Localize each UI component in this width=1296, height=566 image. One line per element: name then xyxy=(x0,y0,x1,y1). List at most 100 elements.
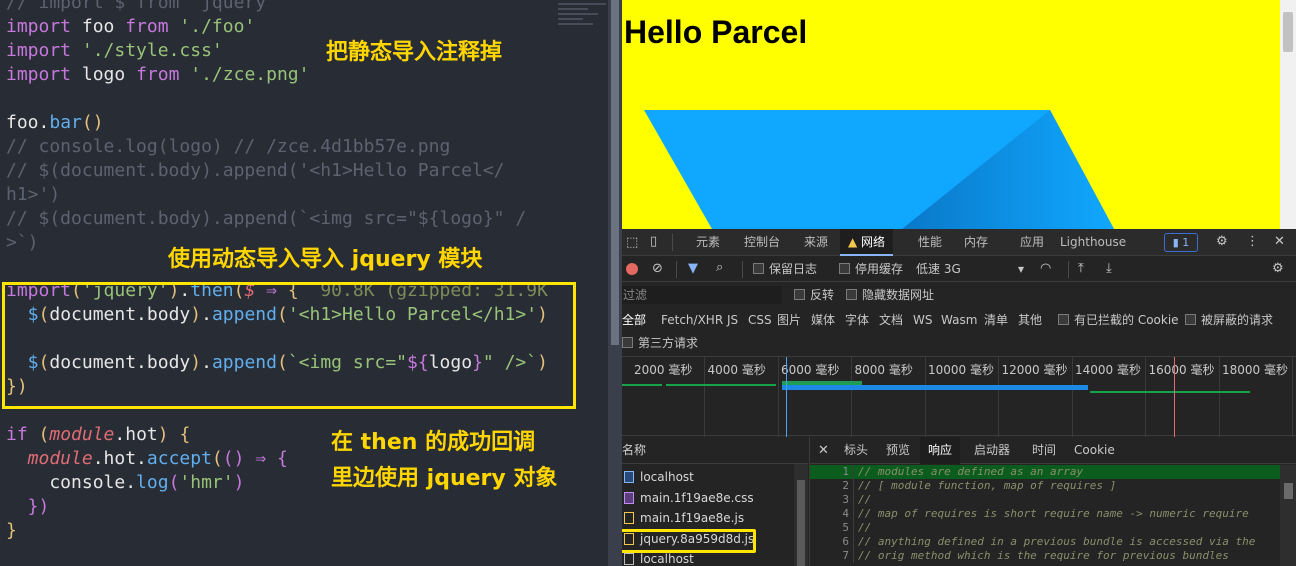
more-menu-icon[interactable]: ⋮ xyxy=(1246,234,1259,249)
code-line[interactable]: }) xyxy=(6,495,548,519)
network-settings-icon[interactable]: ⚙ xyxy=(1272,261,1284,276)
tab-2[interactable]: 来源 xyxy=(804,229,828,256)
page-scrollbar[interactable] xyxy=(1280,0,1296,229)
chevron-down-icon: ▾ xyxy=(1018,262,1025,276)
device-toggle-icon[interactable]: ▯ xyxy=(650,234,657,249)
dom-content-loaded-line xyxy=(786,357,787,437)
third-party-checkbox[interactable]: 第三方请求 xyxy=(622,332,698,354)
tab-6[interactable]: 应用 xyxy=(1020,229,1044,256)
network-toolbar: ⊘ ▼ ⌕ 保留日志 停用缓存 低速 3G ▾ ◠ ⤒ ⤓ ⚙ xyxy=(622,257,1296,282)
type-filter-7[interactable]: 文档 xyxy=(879,308,903,332)
code-editor[interactable]: // import $ from 'jquery' import foo from… xyxy=(0,0,608,566)
type-filter-10[interactable]: 清单 xyxy=(984,308,1008,332)
line-text: // [ module function, map of requires ] xyxy=(858,479,1117,492)
detail-tab-1[interactable]: 预览 xyxy=(886,437,910,464)
request-row[interactable]: main.1f19ae8e.js xyxy=(622,508,794,528)
annotation-dynamic-import: 使用动态导入导入 jquery 模块 xyxy=(168,247,483,272)
response-scroll-thumb[interactable] xyxy=(1284,483,1293,499)
code-line[interactable]: // $(document.body).append('<h1>Hello Pa… xyxy=(6,159,548,183)
request-list-scrollbar[interactable] xyxy=(794,464,808,566)
type-filter-3[interactable]: CSS xyxy=(748,308,772,332)
code-token: bar xyxy=(49,112,82,133)
search-icon[interactable]: ⌕ xyxy=(716,260,723,275)
code-line[interactable]: import logo from './zce.png' xyxy=(6,63,548,87)
page-scroll-thumb[interactable] xyxy=(1283,12,1293,52)
inspect-icon[interactable]: ⬚ xyxy=(626,235,638,250)
preserve-log-checkbox[interactable]: 保留日志 xyxy=(753,257,817,282)
request-row[interactable]: localhost xyxy=(622,467,794,487)
export-har-icon[interactable]: ⤓ xyxy=(1106,261,1112,276)
type-filter-5[interactable]: 媒体 xyxy=(811,308,835,332)
network-timeline-overview[interactable]: 2000 毫秒 4000 毫秒 6000 毫秒 8000 毫秒 10000 毫秒 1200… xyxy=(622,356,1296,437)
request-row[interactable]: main.1f19ae8e.css xyxy=(622,488,794,508)
line-text: // anything defined in a previous bundle… xyxy=(858,535,1256,548)
code-line[interactable]: } xyxy=(6,519,548,543)
code-token: './style.css' xyxy=(71,40,223,61)
request-list-scroll-thumb[interactable] xyxy=(797,480,805,566)
code-line[interactable]: // console.log(logo) // /zce.4d1bb57e.pn… xyxy=(6,135,548,159)
third-party-label: 第三方请求 xyxy=(638,336,699,350)
code-line[interactable]: // import $ from 'jquery' xyxy=(6,0,548,15)
tab-label: 内存 xyxy=(964,235,989,249)
tab-5[interactable]: 内存 xyxy=(964,229,988,256)
close-detail-icon[interactable]: ✕ xyxy=(818,443,829,458)
code-token: logo xyxy=(71,64,137,85)
editor-scroll-thumb[interactable] xyxy=(611,0,619,345)
timeline-bars xyxy=(622,357,1250,437)
clear-icon[interactable]: ⊘ xyxy=(652,261,663,276)
type-filter-8[interactable]: WS xyxy=(913,308,932,332)
network-conditions-icon[interactable]: ◠ xyxy=(1040,261,1051,276)
type-filter-11[interactable]: 其他 xyxy=(1018,308,1042,332)
type-filter-0[interactable]: 全部 xyxy=(622,308,646,332)
code-token: ⇒ xyxy=(244,448,277,469)
detail-tab-3[interactable]: 启动器 xyxy=(974,437,1010,464)
tab-label: Lighthouse xyxy=(1060,235,1127,249)
type-filter-6[interactable]: 字体 xyxy=(845,308,869,332)
tab-1[interactable]: 控制台 xyxy=(744,229,780,256)
code-line[interactable] xyxy=(6,87,548,111)
issues-badge[interactable]: ▮ 1 xyxy=(1164,233,1198,252)
type-filter-9[interactable]: Wasm xyxy=(941,308,977,332)
editor-scrollbar[interactable] xyxy=(608,0,622,566)
file-icon xyxy=(624,553,634,565)
import-har-icon[interactable]: ⤒ xyxy=(1078,261,1084,276)
name-column-header[interactable]: 名称 xyxy=(622,437,808,464)
blocked-cookies-checkbox[interactable]: 有已拦截的 Cookie xyxy=(1058,308,1179,332)
tab-3[interactable]: ▲ 网络 xyxy=(840,229,894,256)
response-source[interactable]: 1 // modules are defined as an array 2 // [… xyxy=(810,465,1280,566)
disable-cache-label: 停用缓存 xyxy=(855,262,904,276)
tab-4[interactable]: 性能 xyxy=(918,229,942,256)
code-line[interactable]: h1>') xyxy=(6,183,548,207)
type-filter-2[interactable]: JS xyxy=(727,308,738,332)
blocked-requests-checkbox[interactable]: 被屏蔽的请求 xyxy=(1185,308,1273,332)
code-token: // $(document.body).append('<h1>Hello Pa… xyxy=(6,160,505,181)
filter-row: 过滤 反转 隐藏数据网址 xyxy=(622,283,1296,307)
throttle-select[interactable]: 低速 3G ▾ xyxy=(916,257,1028,282)
disable-cache-checkbox[interactable]: 停用缓存 xyxy=(839,257,903,282)
code-token: foo xyxy=(71,16,126,37)
tab-7[interactable]: Lighthouse xyxy=(1060,229,1126,256)
tab-0[interactable]: 元素 xyxy=(696,229,720,256)
code-line[interactable]: foo.bar() xyxy=(6,111,548,135)
type-filter-4[interactable]: 图片 xyxy=(777,308,801,332)
record-button[interactable] xyxy=(626,263,638,275)
type-filter-1[interactable]: Fetch/XHR xyxy=(661,308,723,332)
close-devtools-icon[interactable]: ✕ xyxy=(1274,234,1285,249)
editor-minimap[interactable] xyxy=(556,0,608,40)
code-token: './foo' xyxy=(168,16,256,37)
invert-checkbox[interactable]: 反转 xyxy=(794,283,834,307)
hide-data-urls-checkbox[interactable]: 隐藏数据网址 xyxy=(846,283,934,307)
settings-icon[interactable]: ⚙ xyxy=(1216,234,1228,249)
detail-tab-2[interactable]: 响应 xyxy=(920,437,961,464)
filter-input[interactable]: 过滤 xyxy=(622,286,782,304)
filter-icon[interactable]: ▼ xyxy=(688,261,698,276)
detail-tab-4[interactable]: 时间 xyxy=(1032,437,1056,464)
detail-tab-5[interactable]: Cookie xyxy=(1074,437,1115,464)
code-token: } xyxy=(6,520,17,541)
response-scrollbar[interactable] xyxy=(1280,465,1296,566)
code-line[interactable]: // $(document.body).append(`<img src="${… xyxy=(6,207,548,231)
tab-label: 网络 xyxy=(861,235,886,249)
detail-tab-0[interactable]: 标头 xyxy=(844,437,868,464)
